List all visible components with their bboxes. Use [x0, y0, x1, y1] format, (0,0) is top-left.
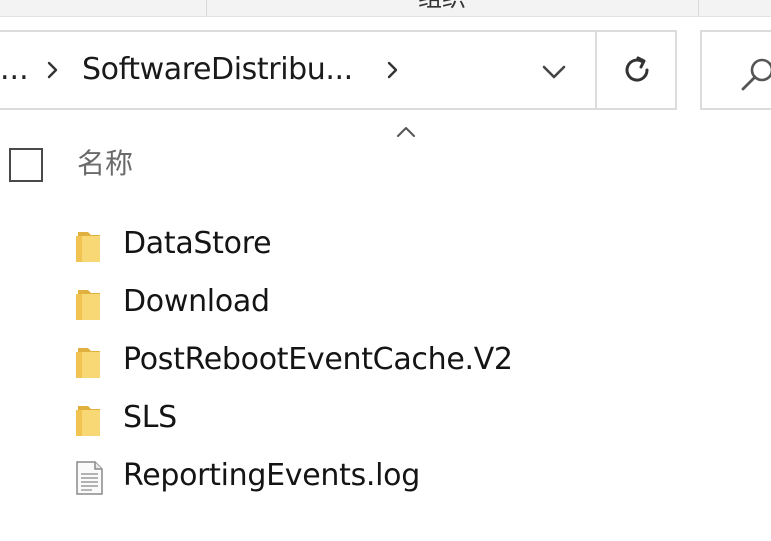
search-icon — [741, 58, 771, 91]
chevron-right-icon[interactable] — [386, 58, 400, 82]
file-name: DataStore — [123, 226, 272, 261]
file-name: Download — [123, 284, 270, 319]
file-row[interactable]: ReportingEvents.log — [0, 448, 771, 506]
ribbon-divider — [206, 0, 207, 16]
folder-icon — [76, 406, 100, 436]
folder-icon — [76, 348, 100, 378]
refresh-icon — [625, 56, 649, 82]
folder-icon — [76, 290, 100, 320]
file-row[interactable]: Download — [0, 274, 771, 332]
text-file-icon — [76, 461, 103, 495]
file-explorer-window: 组织 ... SoftwareDistribu... 名称 — [0, 0, 771, 541]
file-row[interactable]: PostRebootEventCache.V2 — [0, 332, 771, 390]
search-box[interactable] — [700, 30, 771, 110]
chevron-right-icon[interactable] — [46, 58, 60, 82]
file-name: PostRebootEventCache.V2 — [123, 342, 513, 377]
ribbon-divider — [698, 0, 699, 16]
address-history-dropdown-button[interactable] — [534, 52, 574, 92]
column-header-name[interactable]: 名称 — [77, 144, 133, 184]
file-row[interactable]: SLS — [0, 390, 771, 448]
select-all-checkbox[interactable] — [9, 148, 43, 182]
ribbon-group-label: 组织 — [418, 0, 466, 10]
breadcrumb-overflow[interactable]: ... — [0, 48, 29, 92]
column-header-row: 名称 — [0, 138, 771, 190]
chevron-down-icon — [542, 65, 566, 79]
file-row[interactable]: DataStore — [0, 216, 771, 274]
file-name: ReportingEvents.log — [123, 458, 420, 493]
refresh-button[interactable] — [595, 31, 677, 109]
folder-icon — [76, 232, 100, 262]
file-name: SLS — [123, 400, 177, 435]
breadcrumb-current-folder[interactable]: SoftwareDistribu... — [82, 48, 353, 92]
ribbon-strip: 组织 — [0, 0, 771, 17]
